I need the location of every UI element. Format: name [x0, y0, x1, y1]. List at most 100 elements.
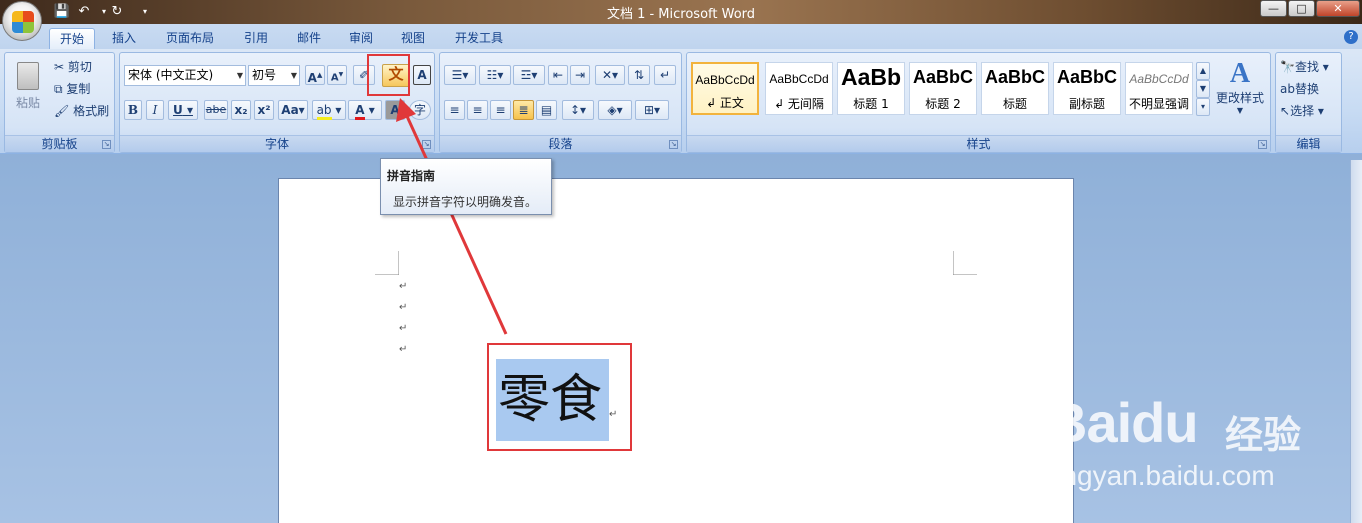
copy-button[interactable]: ⧉ 复制	[53, 79, 109, 99]
baidu-watermark: Baidu 经验 jingyan.baidu.com	[1045, 380, 1345, 495]
change-case-label: Aa	[281, 103, 299, 117]
increase-indent-button[interactable]: ⇥	[570, 65, 590, 85]
chinese-layout-icon: ✕	[601, 68, 613, 82]
bullets-button[interactable]: ☰▾	[444, 65, 476, 85]
show-marks-button[interactable]: ↵	[654, 65, 676, 85]
tab-insert[interactable]: 插入	[104, 28, 144, 50]
styles-more-icon[interactable]: ▾	[1196, 98, 1210, 116]
shrink-font-button[interactable]: A▼	[327, 65, 347, 85]
multilevel-list-button[interactable]: ☲▾	[513, 65, 545, 85]
change-styles-button[interactable]: A 更改样式 ▼	[1213, 57, 1267, 125]
char-border-button[interactable]: A	[413, 65, 431, 85]
tab-review[interactable]: 审阅	[341, 28, 381, 50]
distributed-button[interactable]: ▤	[536, 100, 557, 120]
multilevel-icon: ☲	[520, 68, 532, 82]
office-logo-icon	[12, 11, 34, 33]
clipboard-group-label: 剪贴板	[5, 135, 114, 152]
watermark-url: jingyan.baidu.com	[1049, 460, 1275, 491]
style-sample: AaBbC	[1056, 67, 1117, 87]
enclose-char-button[interactable]: 字	[409, 100, 431, 120]
format-painter-label: 格式刷	[73, 104, 110, 118]
cursor-icon: ↖	[1280, 104, 1291, 118]
style-subtle-emphasis[interactable]: AaBbCcDd 不明显强调	[1125, 62, 1193, 115]
replace-button[interactable]: ab替换	[1279, 79, 1339, 99]
tab-home[interactable]: 开始	[49, 28, 95, 50]
help-icon[interactable]: ?	[1344, 30, 1358, 44]
tooltip: 拼音指南 显示拼音字符以明确发音。	[380, 158, 552, 215]
close-button[interactable]: ✕	[1316, 0, 1360, 17]
style-name: 不明显强调	[1128, 97, 1189, 111]
strikethrough-label: abe	[205, 103, 227, 116]
office-button[interactable]	[2, 1, 42, 41]
strikethrough-button[interactable]: abe	[204, 100, 228, 120]
highlight-button[interactable]: ab ▾	[312, 100, 346, 120]
grow-font-button[interactable]: A▲	[305, 65, 325, 85]
format-painter-button[interactable]: 🖌 格式刷	[53, 101, 115, 121]
style-sample: AaBbC	[984, 67, 1045, 87]
chinese-layout-button[interactable]: ✕▾	[595, 65, 625, 85]
change-case-button[interactable]: Aa▾	[278, 100, 308, 120]
vertical-scrollbar[interactable]	[1350, 160, 1362, 523]
window-title: 文档 1 - Microsoft Word	[606, 7, 756, 22]
maximize-button[interactable]: □	[1288, 0, 1315, 17]
line-spacing-button[interactable]: ↕▾	[562, 100, 594, 120]
styles-scroll-down-icon[interactable]: ▼	[1196, 80, 1210, 98]
redo-icon[interactable]: ↻	[108, 3, 126, 21]
tab-mailings[interactable]: 邮件	[289, 28, 329, 50]
font-name-combo[interactable]: 宋体 (中文正文) ▼	[124, 65, 246, 86]
cut-button[interactable]: ✂ 剪切	[53, 57, 109, 77]
paste-button[interactable]: 粘贴	[9, 57, 47, 125]
style-title[interactable]: AaBbC 标题	[981, 62, 1049, 115]
scissors-icon: ✂	[54, 60, 65, 74]
align-right-button[interactable]: ≡	[490, 100, 511, 120]
italic-button[interactable]: I	[146, 100, 164, 120]
paragraph-launcher-icon[interactable]: ↘	[669, 140, 678, 149]
chevron-down-icon: ▼	[1236, 106, 1244, 115]
align-left-button[interactable]: ≡	[444, 100, 465, 120]
style-no-spacing[interactable]: AaBbCcDd ↲ 无间隔	[765, 62, 833, 115]
window-controls: — □ ✕	[1260, 0, 1360, 18]
style-normal[interactable]: AaBbCcDd ↲ 正文	[691, 62, 759, 115]
paragraph-group-label: 段落	[440, 135, 681, 152]
style-sample: AaBbCcDd	[695, 73, 755, 87]
numbering-button[interactable]: ☷▾	[479, 65, 511, 85]
borders-button[interactable]: ⊞▾	[635, 100, 669, 120]
style-heading-1[interactable]: AaBb 标题 1	[837, 62, 905, 115]
save-icon[interactable]: 💾	[53, 3, 71, 21]
shading-button[interactable]: ◈▾	[598, 100, 632, 120]
document-page[interactable]: ↵ ↵ ↵ ↵ 零食 ↵	[278, 178, 1074, 523]
underline-button[interactable]: U ▾	[168, 100, 198, 120]
tab-page-layout[interactable]: 页面布局	[158, 28, 222, 50]
tab-developer[interactable]: 开发工具	[446, 28, 512, 50]
font-size-combo[interactable]: 初号 ▼	[248, 65, 300, 86]
bold-button[interactable]: B	[124, 100, 142, 120]
select-button[interactable]: ↖选择 ▾	[1279, 101, 1339, 121]
sort-button[interactable]: ⇅	[628, 65, 650, 85]
styles-scroll-up-icon[interactable]: ▲	[1196, 62, 1210, 80]
align-center-icon: ≡	[472, 103, 483, 117]
font-color-button[interactable]: A ▾	[348, 100, 382, 120]
tab-view[interactable]: 视图	[393, 28, 433, 50]
undo-icon[interactable]: ↶	[75, 3, 93, 21]
find-button[interactable]: 🔭查找 ▾	[1279, 57, 1339, 77]
style-subtitle[interactable]: AaBbC 副标题	[1053, 62, 1121, 115]
styles-launcher-icon[interactable]: ↘	[1258, 140, 1267, 149]
decrease-indent-icon: ⇤	[552, 68, 564, 82]
clipboard-group: 粘贴 ✂ 剪切 ⧉ 复制 🖌 格式刷 剪贴板 ↘	[4, 52, 115, 153]
decrease-indent-button[interactable]: ⇤	[548, 65, 568, 85]
style-sample: AaBbCcDd	[1129, 72, 1189, 86]
superscript-label: x²	[257, 103, 271, 117]
clipboard-launcher-icon[interactable]: ↘	[102, 140, 111, 149]
superscript-button[interactable]: x²	[254, 100, 274, 120]
justify-button[interactable]: ≣	[513, 100, 534, 120]
char-shading-button[interactable]: A	[385, 100, 405, 120]
highlighter-icon: ab	[316, 103, 332, 120]
style-heading-2[interactable]: AaBbC 标题 2	[909, 62, 977, 115]
font-launcher-icon[interactable]: ↘	[422, 140, 431, 149]
tab-references[interactable]: 引用	[236, 28, 276, 50]
font-color-icon: A	[355, 103, 365, 120]
minimize-button[interactable]: —	[1260, 0, 1287, 17]
align-center-button[interactable]: ≡	[467, 100, 488, 120]
subscript-button[interactable]: x₂	[231, 100, 251, 120]
customize-qat-icon[interactable]: ▾	[136, 3, 154, 21]
